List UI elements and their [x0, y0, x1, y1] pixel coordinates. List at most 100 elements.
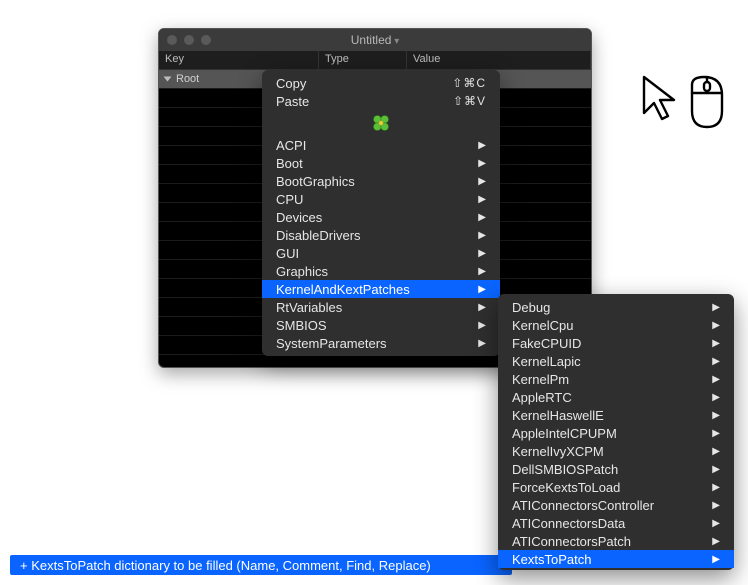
menu-label: AppleIntelCPUPM — [512, 426, 617, 441]
menu-label: ATIConnectorsController — [512, 498, 654, 513]
submenu-arrow-icon: ▶ — [712, 320, 720, 331]
menu-copy[interactable]: Copy ⇧⌘C — [262, 74, 500, 92]
submenu-arrow-icon: ▶ — [712, 536, 720, 547]
submenu-item[interactable]: FakeCPUID ▶ — [498, 334, 734, 352]
titlebar: Untitled — [159, 29, 591, 51]
submenu-arrow-icon: ▶ — [478, 284, 486, 295]
submenu-item[interactable]: ATIConnectorsController ▶ — [498, 496, 734, 514]
submenu-arrow-icon: ▶ — [712, 356, 720, 367]
menu-label: BootGraphics — [276, 174, 355, 189]
submenu-arrow-icon: ▶ — [478, 320, 486, 331]
disclosure-icon[interactable] — [164, 77, 172, 82]
submenu-arrow-icon: ▶ — [712, 374, 720, 385]
submenu-arrow-icon: ▶ — [478, 302, 486, 313]
cursor-mouse-icon — [638, 73, 728, 133]
menu-shortcut: ⇧⌘C — [452, 76, 486, 90]
submenu-arrow-icon: ▶ — [712, 338, 720, 349]
menu-label: ATIConnectorsData — [512, 516, 625, 531]
menu-item[interactable]: Graphics▶ — [262, 262, 500, 280]
menu-label: Copy — [276, 76, 306, 91]
menu-item[interactable]: GUI ▶ — [262, 244, 500, 262]
submenu-arrow-icon: ▶ — [478, 194, 486, 205]
header-value[interactable]: Value — [407, 51, 591, 69]
submenu-arrow-icon: ▶ — [712, 554, 720, 565]
menu-item[interactable]: KernelAndKextPatches ▶ — [262, 280, 500, 298]
submenu-item[interactable]: Debug ▶ — [498, 298, 734, 316]
menu-label: Graphics — [276, 264, 328, 279]
menu-item[interactable]: CPU ▶ — [262, 190, 500, 208]
submenu-item[interactable]: KernelCpu ▶ — [498, 316, 734, 334]
submenu-arrow-icon: ▶ — [712, 500, 720, 511]
menu-label: KernelAndKextPatches — [276, 282, 410, 297]
menu-label: KernelHaswellE — [512, 408, 604, 423]
menu-item[interactable]: DisableDrivers ▶ — [262, 226, 500, 244]
submenu-arrow-icon: ▶ — [712, 482, 720, 493]
submenu-arrow-icon: ▶ — [712, 446, 720, 457]
submenu-item[interactable]: DellSMBIOSPatch ▶ — [498, 460, 734, 478]
table-headers: Key Type Value — [159, 51, 591, 70]
menu-label: KernelLapic — [512, 354, 581, 369]
menu-item[interactable]: RtVariables ▶ — [262, 298, 500, 316]
submenu-item[interactable]: KernelPm ▶ — [498, 370, 734, 388]
submenu-item[interactable]: ATIConnectorsData ▶ — [498, 514, 734, 532]
submenu-item[interactable]: KernelLapic ▶ — [498, 352, 734, 370]
menu-item[interactable]: Devices ▶ — [262, 208, 500, 226]
menu-label: DisableDrivers — [276, 228, 361, 243]
submenu-arrow-icon: ▶ — [712, 392, 720, 403]
menu-label: Debug — [512, 300, 550, 315]
submenu-item[interactable]: ForceKextsToLoad ▶ — [498, 478, 734, 496]
menu-label: SystemParameters — [276, 336, 387, 351]
menu-label: Boot — [276, 156, 303, 171]
status-text: + KextsToPatch dictionary to be filled (… — [20, 558, 431, 573]
submenu-arrow-icon: ▶ — [712, 302, 720, 313]
submenu-arrow-icon: ▶ — [712, 410, 720, 421]
menu-item[interactable]: SMBIOS ▶ — [262, 316, 500, 334]
menu-label: KernelCpu — [512, 318, 573, 333]
menu-label: ATIConnectorsPatch — [512, 534, 631, 549]
submenu-item[interactable]: AppleIntelCPUPM ▶ — [498, 424, 734, 442]
submenu-arrow-icon: ▶ — [478, 176, 486, 187]
menu-label: GUI — [276, 246, 299, 261]
submenu-arrow-icon: ▶ — [478, 212, 486, 223]
menu-label: Devices — [276, 210, 322, 225]
menu-label: SMBIOS — [276, 318, 327, 333]
submenu-item[interactable]: KernelHaswellE ▶ — [498, 406, 734, 424]
context-submenu: Debug▶KernelCpu▶FakeCPUID▶KernelLapic▶Ke… — [498, 294, 734, 570]
submenu-arrow-icon: ▶ — [478, 338, 486, 349]
menu-label: KernelPm — [512, 372, 569, 387]
menu-item[interactable]: Boot ▶ — [262, 154, 500, 172]
row-key: Root — [176, 73, 199, 85]
submenu-item[interactable]: KernelIvyXCPM ▶ — [498, 442, 734, 460]
menu-paste[interactable]: Paste ⇧⌘V — [262, 92, 500, 110]
submenu-item[interactable]: KextsToPatch ▶ — [498, 550, 734, 568]
menu-label: KernelIvyXCPM — [512, 444, 604, 459]
menu-label: KextsToPatch — [512, 552, 592, 567]
menu-label: FakeCPUID — [512, 336, 581, 351]
window-title[interactable]: Untitled — [159, 33, 591, 47]
submenu-arrow-icon: ▶ — [478, 248, 486, 259]
menu-label: CPU — [276, 192, 303, 207]
submenu-arrow-icon: ▶ — [478, 230, 486, 241]
menu-label: Paste — [276, 94, 309, 109]
submenu-item[interactable]: ATIConnectorsPatch ▶ — [498, 532, 734, 550]
menu-label: DellSMBIOSPatch — [512, 462, 618, 477]
submenu-arrow-icon: ▶ — [712, 518, 720, 529]
clover-icon — [262, 110, 500, 136]
menu-shortcut: ⇧⌘V — [453, 94, 486, 108]
menu-label: ACPI — [276, 138, 306, 153]
menu-item[interactable]: ACPI ▶ — [262, 136, 500, 154]
menu-label: RtVariables — [276, 300, 342, 315]
submenu-arrow-icon: ▶ — [712, 464, 720, 475]
context-menu: Copy ⇧⌘C Paste ⇧⌘V ACPI▶Boot▶BootGraphic… — [262, 70, 500, 356]
menu-item[interactable]: BootGraphics ▶ — [262, 172, 500, 190]
status-bar: + KextsToPatch dictionary to be filled (… — [10, 555, 512, 575]
submenu-arrow-icon: ▶ — [478, 158, 486, 169]
header-key[interactable]: Key — [159, 51, 319, 69]
submenu-item[interactable]: AppleRTC ▶ — [498, 388, 734, 406]
menu-item[interactable]: SystemParameters ▶ — [262, 334, 500, 352]
submenu-arrow-icon: ▶ — [478, 140, 486, 151]
header-type[interactable]: Type — [319, 51, 407, 69]
submenu-arrow-icon: ▶ — [712, 428, 720, 439]
menu-label: AppleRTC — [512, 390, 572, 405]
menu-label: ForceKextsToLoad — [512, 480, 620, 495]
